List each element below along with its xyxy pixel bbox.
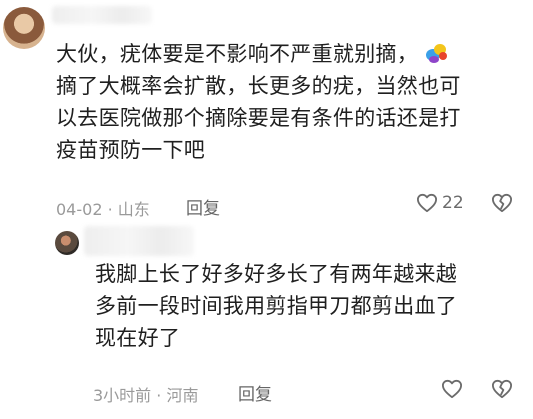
- dislike-button[interactable]: [491, 193, 513, 217]
- reply-line: 我脚上长了好多好多长了有两年越来越: [95, 262, 458, 286]
- reply-line: 现在好了: [95, 326, 181, 350]
- comment-line: 疫苗预防一下吧: [56, 138, 206, 162]
- reply-user-avatar[interactable]: [55, 231, 79, 255]
- comment-thread: 大伙，疣体要是不影响不严重就别摘， 摘了大概率会扩散，长更多的疣，当然也可 以去…: [0, 0, 533, 419]
- comment-meta: 04-02 · 山东: [56, 200, 150, 219]
- comment-line: 大伙，疣体要是不影响不严重就别摘，: [56, 38, 496, 70]
- reply-meta: 3小时前 · 河南: [93, 386, 199, 405]
- like-button[interactable]: 22: [416, 193, 464, 213]
- username-redacted: [52, 6, 152, 24]
- broken-heart-icon: [491, 193, 512, 213]
- reply-reply-button[interactable]: 回复: [238, 380, 272, 405]
- reply-line: 多前一段时间我用剪指甲刀都剪出血了: [95, 294, 458, 318]
- reply-dislike-button[interactable]: [491, 379, 513, 403]
- comment-line: 以去医院做那个摘除要是有条件的话还是打: [56, 106, 461, 130]
- heart-icon: [441, 379, 462, 399]
- heart-icon: [416, 193, 437, 213]
- broken-heart-icon: [491, 379, 512, 399]
- parrot-emoji-icon: [424, 42, 448, 64]
- reply-username-redacted: [84, 226, 194, 256]
- comment-body: 大伙，疣体要是不影响不严重就别摘， 摘了大概率会扩散，长更多的疣，当然也可 以去…: [56, 38, 496, 166]
- reply-body: 我脚上长了好多好多长了有两年越来越 多前一段时间我用剪指甲刀都剪出血了 现在好了: [95, 258, 505, 354]
- comment-line: 摘了大概率会扩散，长更多的疣，当然也可: [56, 74, 461, 98]
- user-avatar[interactable]: [3, 7, 45, 49]
- like-count: 22: [442, 193, 464, 213]
- reply-button[interactable]: 回复: [186, 194, 220, 219]
- reply-like-button[interactable]: [441, 379, 463, 399]
